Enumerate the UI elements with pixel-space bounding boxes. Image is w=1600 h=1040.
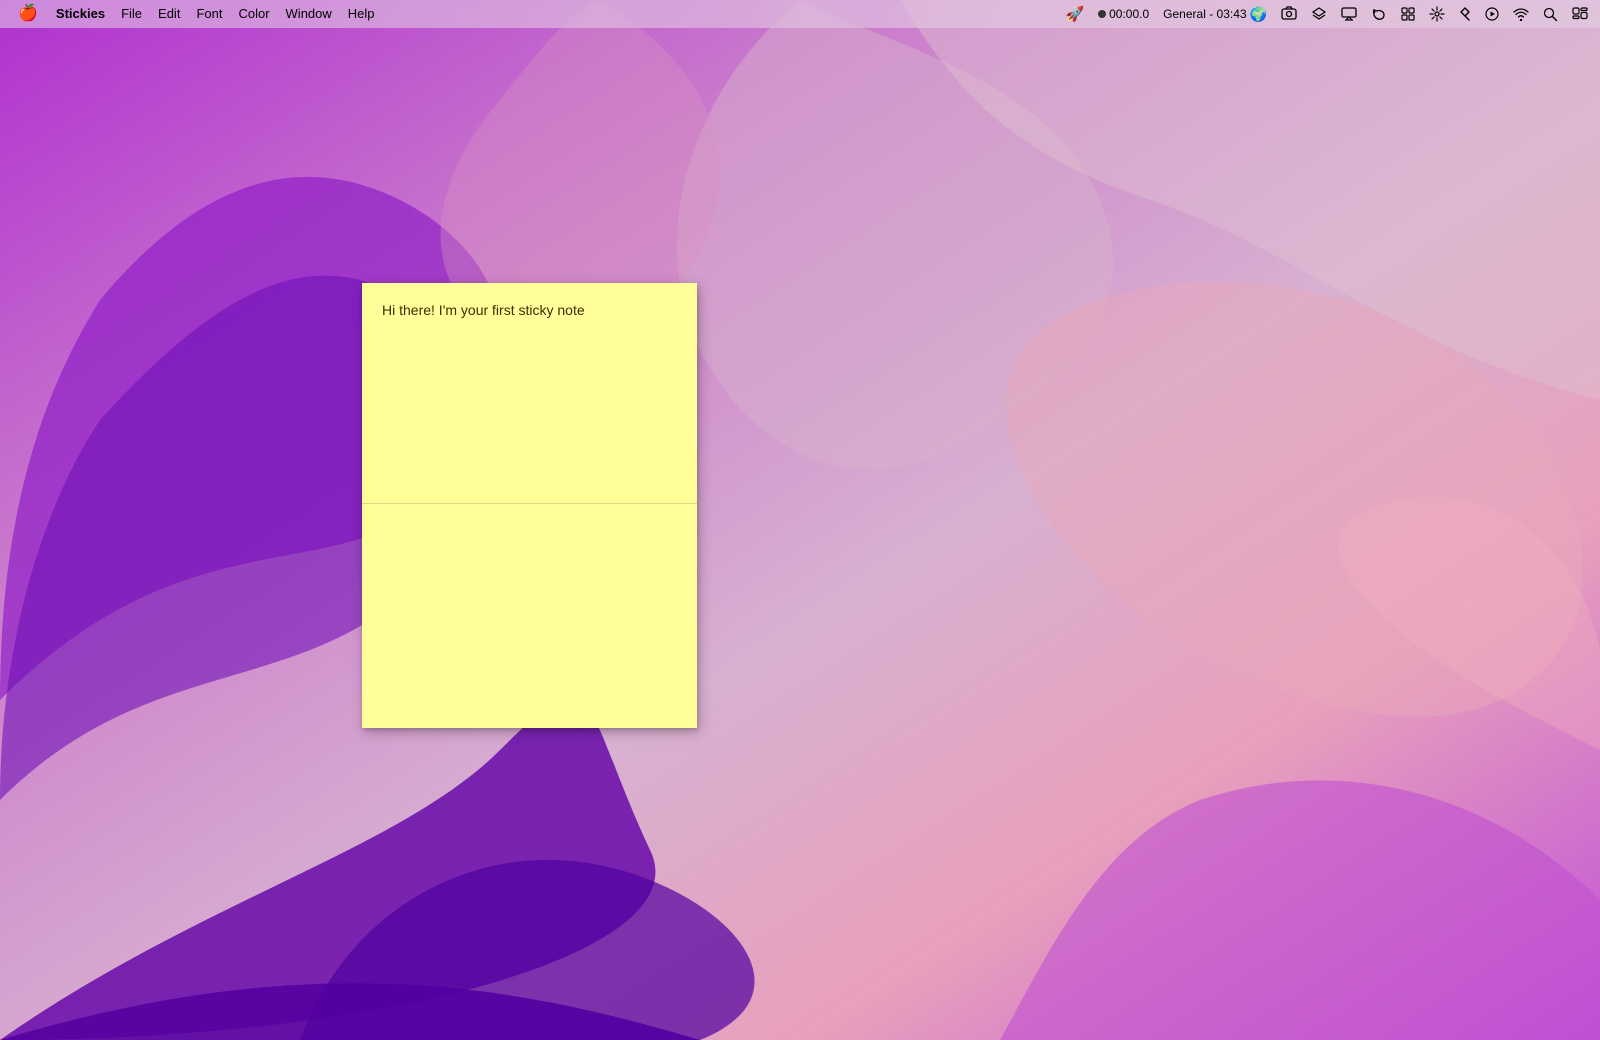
control-center-icon[interactable] bbox=[1568, 7, 1592, 21]
clock-text: General - 03:43 bbox=[1163, 7, 1246, 21]
recording-time: 00:00.0 bbox=[1109, 7, 1149, 21]
sticky-note-text: Hi there! I'm your first sticky note bbox=[382, 301, 677, 321]
edit-menu[interactable]: Edit bbox=[150, 1, 188, 27]
menubar: 🍎 Stickies File Edit Font Color Window H… bbox=[0, 0, 1600, 28]
lasso-icon[interactable] bbox=[1367, 6, 1391, 22]
globe-icon: 🌍 bbox=[1250, 6, 1267, 23]
screenshot-icon[interactable] bbox=[1277, 6, 1301, 22]
apps-icon[interactable] bbox=[1397, 7, 1419, 21]
menubar-right: 🚀 00:00.0 General - 03:43 🌍 bbox=[1061, 5, 1592, 23]
display-icon[interactable] bbox=[1337, 7, 1361, 21]
tools-icon[interactable] bbox=[1425, 6, 1449, 22]
file-menu[interactable]: File bbox=[113, 1, 150, 27]
window-menu[interactable]: Window bbox=[278, 1, 340, 27]
sticky-note-top: Hi there! I'm your first sticky note bbox=[362, 283, 697, 503]
recording-indicator[interactable]: 00:00.0 bbox=[1094, 7, 1153, 21]
layers-icon[interactable] bbox=[1307, 6, 1331, 22]
wifi-icon[interactable] bbox=[1509, 7, 1533, 21]
color-menu[interactable]: Color bbox=[230, 1, 277, 27]
rocket-icon[interactable]: 🚀 bbox=[1061, 5, 1088, 23]
play-icon[interactable] bbox=[1481, 7, 1503, 21]
sticky-note-bottom bbox=[362, 504, 697, 728]
search-icon[interactable] bbox=[1539, 7, 1562, 22]
menubar-left: 🍎 Stickies File Edit Font Color Window H… bbox=[8, 1, 1061, 27]
help-menu[interactable]: Help bbox=[340, 1, 383, 27]
font-menu[interactable]: Font bbox=[188, 1, 230, 27]
desktop: Hi there! I'm your first sticky note bbox=[0, 28, 1600, 1040]
recording-dot bbox=[1098, 10, 1106, 18]
apple-menu[interactable]: 🍎 bbox=[8, 3, 48, 25]
clock-display[interactable]: General - 03:43 🌍 bbox=[1159, 6, 1271, 23]
app-name[interactable]: Stickies bbox=[48, 1, 113, 27]
sticky-note[interactable]: Hi there! I'm your first sticky note bbox=[362, 283, 697, 728]
bluetooth-icon[interactable] bbox=[1455, 6, 1475, 22]
